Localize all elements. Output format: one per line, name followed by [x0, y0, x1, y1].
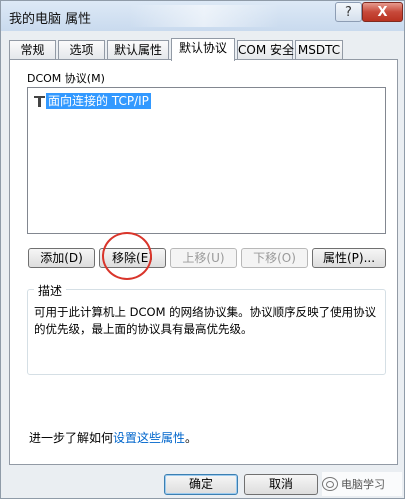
watermark-text: 电脑学习 — [341, 478, 385, 491]
learn-more-link[interactable]: 设置这些属性 — [113, 431, 185, 445]
dcom-protocols-label: DCOM 协议(M) — [27, 72, 105, 85]
wechat-logo-icon — [322, 477, 338, 491]
tab-msdtc[interactable]: MSDTC — [295, 40, 343, 60]
description-text: 可用于此计算机上 DCOM 的网络协议集。协议顺序反映了使用协议的优先级，最上面… — [34, 305, 377, 336]
add-button[interactable]: 添加(D) — [28, 248, 95, 268]
cancel-button[interactable]: 取消 — [244, 474, 318, 495]
watermark: 电脑学习 — [322, 472, 402, 496]
description-legend: 描述 — [34, 282, 67, 299]
tab-strip: 常规 选项 默认属性 默认协议 COM 安全 MSDTC — [9, 38, 399, 61]
remove-button[interactable]: 移除(E) — [99, 248, 166, 268]
learn-more-suffix: 。 — [185, 431, 198, 445]
help-button[interactable]: ? — [335, 2, 362, 22]
close-button[interactable]: X — [362, 2, 403, 22]
ok-button[interactable]: 确定 — [164, 474, 238, 495]
tab-options[interactable]: 选项 — [58, 40, 105, 60]
learn-more-prefix: 进一步了解如何 — [29, 431, 114, 445]
tab-com-security[interactable]: COM 安全 — [237, 40, 294, 60]
list-item-label: 面向连接的 TCP/IP — [46, 92, 151, 109]
title-bar[interactable]: 我的电脑 属性 ? X — [1, 1, 404, 31]
move-down-button[interactable]: 下移(O) — [241, 248, 308, 268]
description-group: 描述 可用于此计算机上 DCOM 的网络协议集。协议顺序反映了使用协议的优先级，… — [27, 282, 386, 375]
title-bar-glare — [129, 5, 279, 27]
tab-default-protocols[interactable]: 默认协议 — [171, 38, 235, 61]
window-title: 我的电脑 属性 — [9, 12, 92, 27]
dcom-protocols-list[interactable]: 面向连接的 TCP/IP — [27, 87, 386, 234]
properties-dialog: 我的电脑 属性 ? X 常规 选项 默认属性 默认协议 COM 安全 MSDTC… — [0, 0, 405, 499]
learn-more-text: 进一步了解如何设置这些属性。 — [29, 429, 197, 446]
tab-general[interactable]: 常规 — [9, 40, 56, 60]
properties-button[interactable]: 属性(P)... — [312, 248, 386, 268]
network-protocol-icon — [34, 94, 45, 107]
tab-default-properties[interactable]: 默认属性 — [107, 40, 169, 60]
list-item[interactable]: 面向连接的 TCP/IP — [34, 92, 151, 109]
move-up-button[interactable]: 上移(U) — [170, 248, 237, 268]
